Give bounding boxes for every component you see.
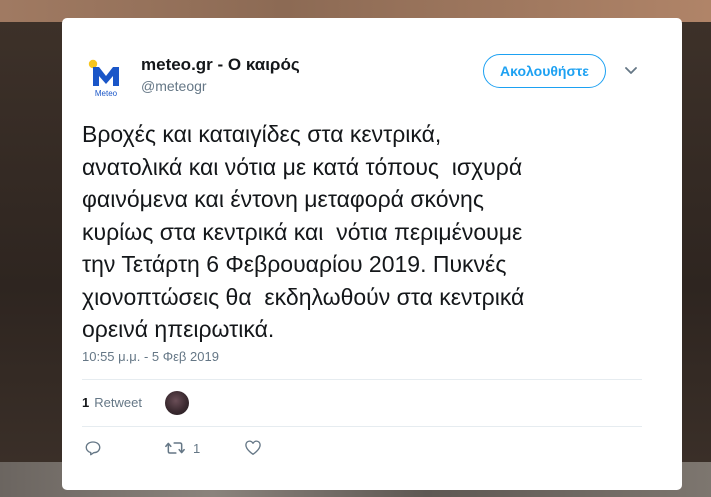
retweet-icon xyxy=(165,442,185,454)
reply-button[interactable] xyxy=(84,439,102,457)
tweet-text: Βροχές και καταιγίδες στα κεντρικά, ανατ… xyxy=(82,121,525,342)
avatar-logo-text: Meteo xyxy=(95,89,118,98)
chevron-down-icon[interactable] xyxy=(624,66,638,76)
handle[interactable]: @meteogr xyxy=(141,78,207,94)
avatar[interactable]: Meteo xyxy=(84,55,128,99)
display-name[interactable]: meteo.gr - Ο καιρός xyxy=(141,55,300,75)
retweet-count: 1 xyxy=(82,395,90,410)
retweet-stats[interactable]: 1 Retweet xyxy=(82,395,142,410)
retweet-label: Retweet xyxy=(94,395,142,410)
like-button[interactable] xyxy=(244,439,262,456)
tweet-card: Meteo meteo.gr - Ο καιρός @meteogr Ακολο… xyxy=(62,18,682,490)
divider xyxy=(82,426,642,427)
heart-icon xyxy=(245,440,261,455)
retweet-action-count: 1 xyxy=(193,440,201,456)
timestamp[interactable]: 10:55 μ.μ. - 5 Φεβ 2019 xyxy=(82,349,219,364)
follow-button[interactable]: Ακολουθήστε xyxy=(483,54,606,88)
reply-icon xyxy=(85,441,101,456)
retweet-button[interactable]: 1 xyxy=(165,439,200,457)
divider xyxy=(82,379,642,380)
meteo-logo-icon: Meteo xyxy=(88,59,119,98)
retweeter-avatar[interactable] xyxy=(165,391,189,415)
